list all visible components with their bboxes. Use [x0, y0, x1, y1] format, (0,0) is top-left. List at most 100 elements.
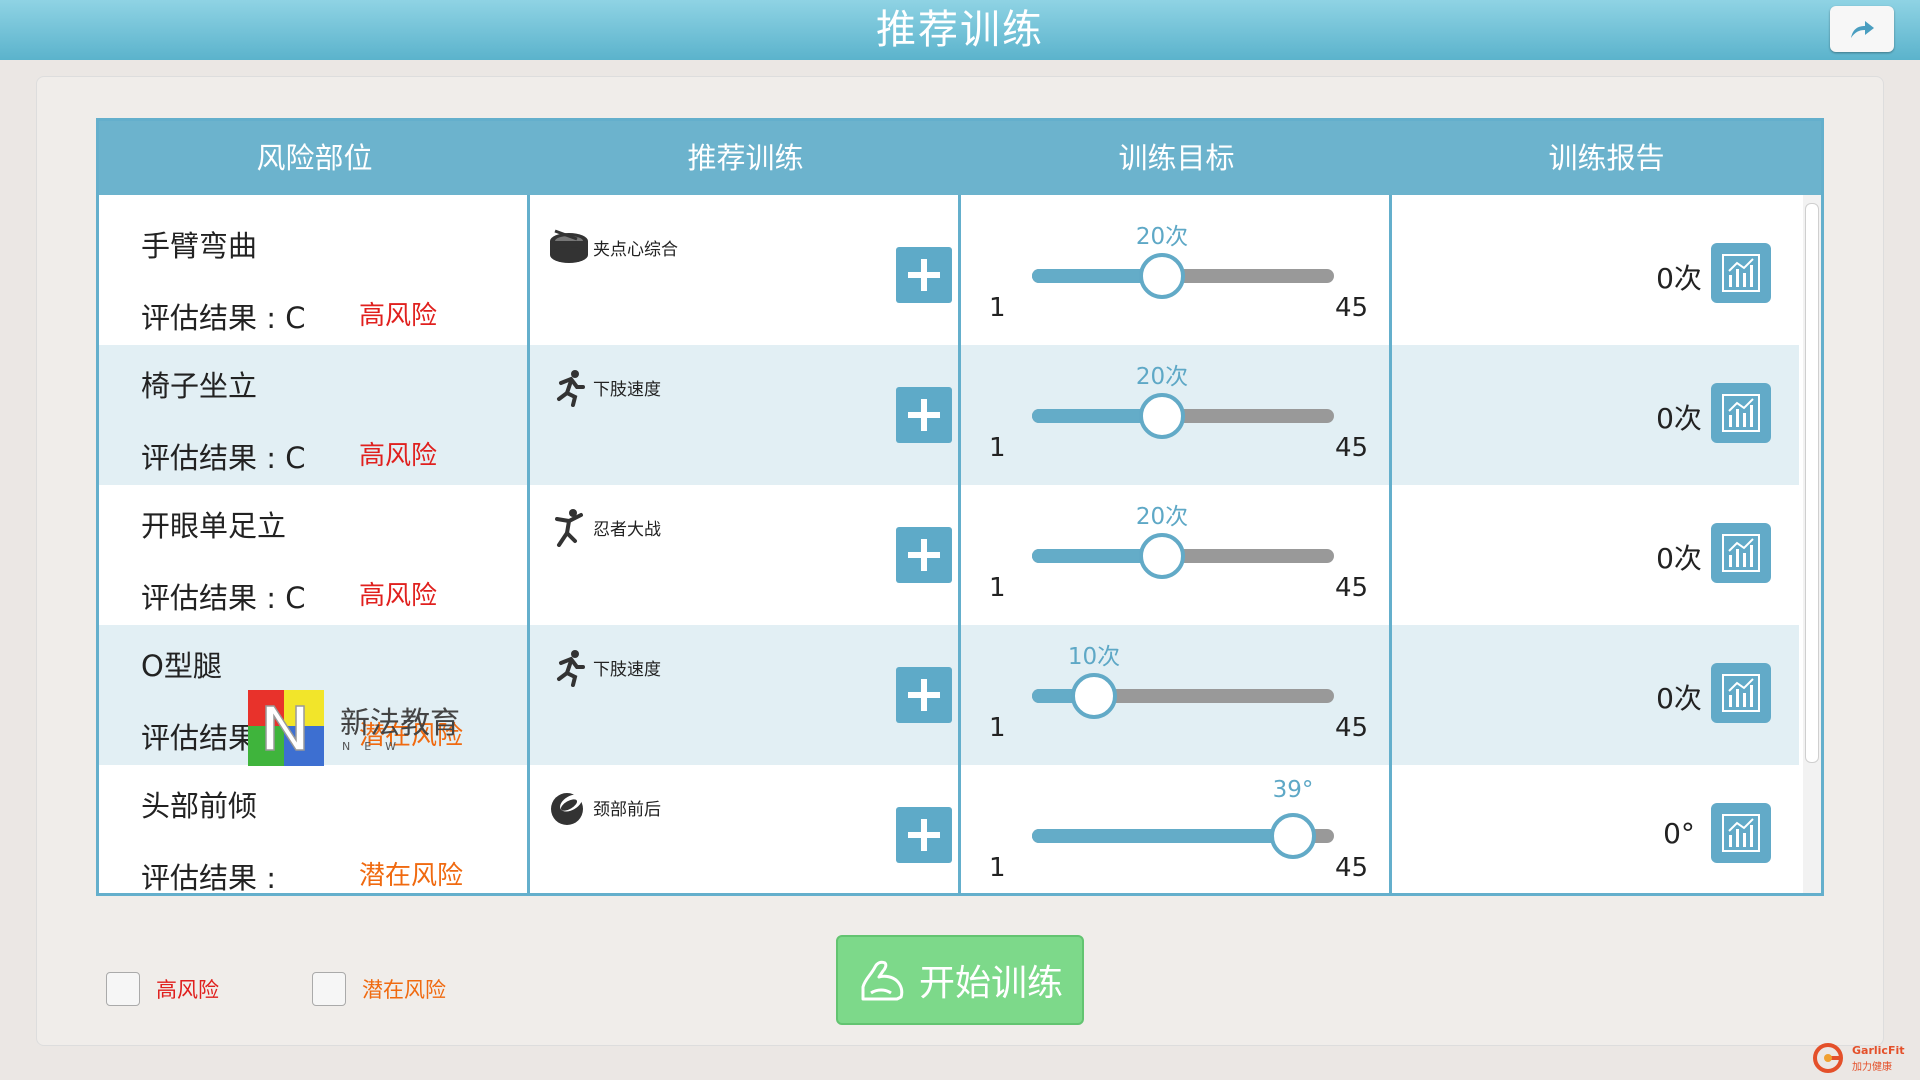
table-scrollbar[interactable] [1803, 195, 1821, 893]
legend-latent-risk[interactable]: 潜在风险 [312, 972, 446, 1006]
risk-level: 高风险 [359, 581, 438, 611]
brand-logo: GarlicFit 加力健康 [1812, 1040, 1912, 1076]
plus-icon [908, 679, 940, 711]
latent-risk-checkbox[interactable] [312, 972, 346, 1006]
runner-icon [557, 650, 585, 687]
chart-icon [1722, 814, 1760, 852]
training-table: 风险部位 推荐训练 训练目标 训练报告 手臂弯曲 评估结果 : C 高风险 夹点心综合… [96, 118, 1824, 896]
slider-thumb[interactable] [1139, 253, 1185, 299]
training-name: 夹点心综合 [593, 240, 678, 260]
slider-min-label: 1 [989, 433, 1006, 463]
slider-fill [1032, 829, 1293, 843]
column-divider [958, 195, 961, 893]
runner-icon [557, 370, 585, 407]
neck-icon [551, 793, 583, 825]
target-slider[interactable] [1032, 393, 1334, 439]
plus-icon [908, 539, 940, 571]
risk-part-name: 开眼单足立 [141, 509, 287, 543]
share-arrow-icon [1851, 21, 1874, 38]
target-slider[interactable] [1032, 673, 1334, 719]
risk-part-name: O型腿 [141, 649, 222, 683]
column-header-training: 推荐训练 [687, 141, 804, 175]
garlicfit-logo-icon [1813, 1043, 1843, 1073]
drum-icon [550, 229, 588, 263]
slider-max-label: 45 [1335, 573, 1369, 603]
column-header-report: 训练报告 [1548, 141, 1665, 175]
start-training-label: 开始训练 [918, 963, 1063, 1004]
plus-icon [908, 819, 940, 851]
legend-label-high: 高风险 [156, 978, 219, 1002]
slider-max-label: 45 [1335, 433, 1369, 463]
target-value-label: 20次 [1135, 364, 1189, 390]
table-row: 手臂弯曲 评估结果 : C 高风险 夹点心综合 20次 1 45 0次 [99, 205, 1799, 345]
watermark-subtext: NEW [342, 740, 411, 753]
share-button[interactable] [1830, 6, 1894, 52]
risk-part-name: 头部前倾 [141, 789, 258, 823]
ninja-icon [555, 509, 583, 547]
report-chart-button[interactable] [1711, 243, 1771, 303]
page-title: 推荐训练 [876, 7, 1044, 53]
add-training-button[interactable] [896, 387, 952, 443]
legend-high-risk[interactable]: 高风险 [106, 972, 219, 1006]
slider-min-label: 1 [989, 293, 1006, 323]
top-bar: 推荐训练 [0, 0, 1920, 60]
column-header-risk-part: 风险部位 [256, 141, 373, 175]
watermark-logo-icon [248, 690, 324, 766]
slider-min-label: 1 [989, 853, 1006, 883]
target-slider[interactable] [1032, 813, 1334, 859]
eval-result: 评估结果 : C [141, 581, 306, 615]
report-chart-button[interactable] [1711, 803, 1771, 863]
target-slider[interactable] [1032, 533, 1334, 579]
plus-icon [908, 399, 940, 431]
slider-thumb[interactable] [1270, 813, 1316, 859]
slider-max-label: 45 [1335, 853, 1369, 883]
add-training-button[interactable] [896, 527, 952, 583]
add-training-button[interactable] [896, 667, 952, 723]
risk-part-name: 椅子坐立 [141, 369, 258, 403]
slider-min-label: 1 [989, 573, 1006, 603]
table-body: 手臂弯曲 评估结果 : C 高风险 夹点心综合 20次 1 45 0次 椅子坐立 评估结果 : C… [99, 205, 1799, 895]
target-value-label: 20次 [1135, 504, 1189, 530]
add-training-button[interactable] [896, 247, 952, 303]
training-name: 下肢速度 [593, 380, 661, 400]
eval-result: 评估结果 : [141, 861, 276, 895]
flex-arm-icon [861, 960, 904, 1001]
column-divider [1389, 195, 1392, 893]
brand-subname: 加力健康 [1852, 1062, 1892, 1073]
chart-icon [1722, 254, 1760, 292]
target-value-label: 10次 [1067, 644, 1121, 670]
table-row: 头部前倾 评估结果 : 潜在风险 颈部前后 39° 1 45 0° [99, 765, 1799, 895]
report-chart-button[interactable] [1711, 663, 1771, 723]
legend-label-latent: 潜在风险 [362, 978, 446, 1002]
chart-icon [1722, 674, 1760, 712]
slider-thumb[interactable] [1071, 673, 1117, 719]
training-name: 忍者大战 [593, 520, 661, 540]
slider-thumb[interactable] [1139, 533, 1185, 579]
slider-min-label: 1 [989, 713, 1006, 743]
slider-thumb[interactable] [1139, 393, 1185, 439]
target-slider[interactable] [1032, 253, 1334, 299]
eval-result: 评估结果 : C [141, 441, 306, 475]
training-name: 颈部前后 [593, 800, 661, 820]
training-name: 下肢速度 [593, 660, 661, 680]
table-header: 风险部位 推荐训练 训练目标 训练报告 [99, 121, 1821, 195]
target-value-label: 39° [1272, 777, 1314, 803]
target-value-label: 20次 [1135, 224, 1189, 250]
table-row: 开眼单足立 评估结果 : C 高风险 忍者大战 20次 1 45 0次 [99, 485, 1799, 625]
risk-level: 潜在风险 [359, 861, 464, 891]
high-risk-checkbox[interactable] [106, 972, 140, 1006]
report-chart-button[interactable] [1711, 383, 1771, 443]
chart-icon [1722, 534, 1760, 572]
column-divider [527, 195, 530, 893]
chart-icon [1722, 394, 1760, 432]
report-chart-button[interactable] [1711, 523, 1771, 583]
eval-result: 评估结果 : C [141, 301, 306, 335]
slider-max-label: 45 [1335, 293, 1369, 323]
watermark: 新法教育 NEW [248, 690, 468, 770]
plus-icon [908, 259, 940, 291]
brand-name: GarlicFit [1852, 1044, 1905, 1057]
add-training-button[interactable] [896, 807, 952, 863]
start-training-button[interactable]: 开始训练 [836, 935, 1084, 1025]
scrollbar-thumb[interactable] [1805, 203, 1819, 763]
risk-level: 高风险 [359, 441, 438, 471]
